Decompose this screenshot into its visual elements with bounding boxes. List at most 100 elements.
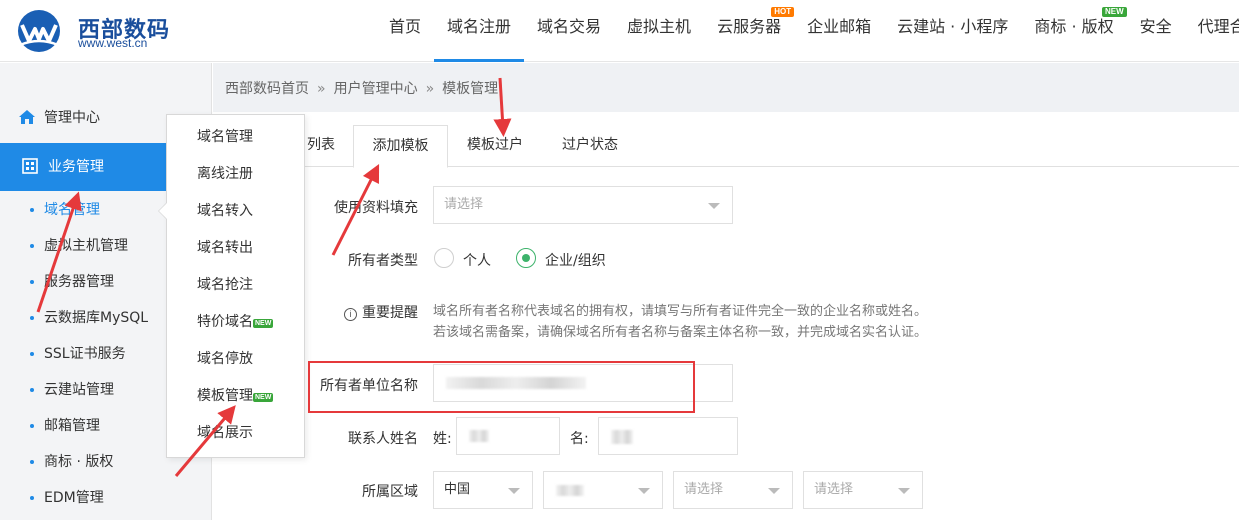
nav-site-builder[interactable]: 云建站 · 小程序 — [884, 0, 1021, 62]
submenu-label: 域名停放 — [197, 351, 253, 367]
region-city-placeholder: 请选择 — [684, 482, 724, 497]
given-name-input[interactable] — [598, 417, 738, 455]
notice-line-2: 若该域名需备案，请确保域名所有者名称与备案主体名称一致，并完成域名实名认证。 — [433, 325, 928, 340]
tab-bar: 列表 添加模板 模板过户 过户状态 — [233, 125, 1239, 168]
submenu-transfer-in[interactable]: 域名转入 — [167, 193, 304, 230]
sidebar-item-label: 云建站管理 — [44, 382, 114, 398]
region-country-select[interactable]: 中国 — [433, 471, 533, 509]
tab-add-template[interactable]: 添加模板 — [353, 125, 448, 168]
breadcrumb-user-center[interactable]: 用户管理中心 — [334, 81, 418, 97]
redacted-value — [611, 430, 633, 444]
submenu-backorder[interactable]: 域名抢注 — [167, 267, 304, 304]
fill-label: 使用资料填充 — [334, 200, 418, 216]
chevron-down-icon — [638, 488, 650, 494]
notice-label: 重要提醒 — [362, 305, 418, 321]
notice-line-1: 域名所有者名称代表域名的拥有权，请填写与所有者证件完全一致的企业名称或姓名。 — [433, 304, 928, 319]
breadcrumb-separator: » — [425, 81, 435, 97]
logo-mark-icon — [18, 10, 60, 52]
home-icon — [19, 110, 35, 124]
site-logo[interactable]: 西部数码 www.west.cn — [14, 8, 174, 54]
nav-label: 安全 — [1139, 17, 1172, 36]
hot-badge: HOT — [771, 7, 795, 17]
redacted-value — [556, 485, 584, 496]
new-badge: NEW — [253, 393, 274, 402]
new-badge: NEW — [1101, 7, 1127, 17]
submenu-domain-showcase[interactable]: 域名展示 — [167, 415, 304, 452]
breadcrumb-current: 模板管理 — [442, 81, 499, 97]
submenu-transfer-out[interactable]: 域名转出 — [167, 230, 304, 267]
submenu-label: 域名转出 — [197, 240, 253, 256]
submenu-label: 特价域名 — [197, 314, 253, 330]
tab-label: 模板过户 — [467, 137, 523, 153]
region-district-select[interactable]: 请选择 — [803, 471, 923, 509]
tab-transfer-status[interactable]: 过户状态 — [545, 125, 635, 167]
info-icon: i — [344, 308, 357, 321]
nav-cloud-server[interactable]: 云服务器 HOT — [704, 0, 795, 62]
flyout-pointer-inner — [159, 203, 167, 219]
sidebar-item-label: 邮箱管理 — [44, 418, 100, 434]
nav-virtual-host[interactable]: 虚拟主机 — [614, 0, 704, 62]
region-province-select[interactable] — [543, 471, 663, 509]
nav-security[interactable]: 安全 — [1127, 0, 1185, 62]
notice-text: 域名所有者名称代表域名的拥有权，请填写与所有者证件完全一致的企业名称或姓名。 若… — [433, 301, 927, 343]
region-country-value: 中国 — [444, 482, 471, 497]
submenu-label: 域名展示 — [197, 425, 253, 441]
nav-trademark[interactable]: 商标 · 版权 NEW — [1021, 0, 1127, 62]
nav-label: 首页 — [389, 17, 422, 36]
submenu-domain-manage[interactable]: 域名管理 — [167, 119, 304, 156]
nav-label: 域名注册 — [447, 17, 512, 36]
bullet-icon — [30, 208, 34, 212]
bullet-icon — [30, 316, 34, 320]
sidebar-item-label: 虚拟主机管理 — [44, 238, 128, 254]
surname-label: 姓: — [433, 431, 452, 447]
submenu-template-manage[interactable]: 模板管理 NEW — [167, 378, 304, 415]
radio-organization-label: 企业/组织 — [545, 253, 606, 269]
submenu-label: 模板管理 — [197, 388, 253, 404]
tab-label: 过户状态 — [562, 137, 618, 153]
fill-placeholder: 请选择 — [444, 197, 484, 212]
breadcrumb-home[interactable]: 西部数码首页 — [225, 81, 309, 97]
nav-agent[interactable]: 代理合 — [1185, 0, 1239, 62]
top-header: 西部数码 www.west.cn 首页 域名注册 域名交易 虚拟主机 云服务器 H… — [0, 0, 1239, 62]
sidebar-item-edm[interactable]: EDM管理 — [0, 480, 212, 516]
sidebar-item-label: SSL证书服务 — [44, 346, 126, 362]
bullet-icon — [30, 496, 34, 500]
nav-domain-register[interactable]: 域名注册 — [434, 0, 525, 62]
submenu-offline-register[interactable]: 离线注册 — [167, 156, 304, 193]
sidebar-item-label: 商标 · 版权 — [44, 454, 114, 470]
bullet-icon — [30, 424, 34, 428]
sidebar-item-label: 域名管理 — [44, 202, 100, 218]
sidebar-section-business[interactable]: 业务管理 — [0, 143, 166, 191]
tab-template-transfer[interactable]: 模板过户 — [451, 125, 539, 167]
nav-home[interactable]: 首页 — [376, 0, 434, 62]
grid-list-icon — [22, 158, 38, 174]
sidebar-home-label: 管理中心 — [44, 110, 100, 126]
fill-select[interactable]: 请选择 — [433, 186, 733, 224]
radio-organization[interactable] — [516, 248, 536, 268]
submenu-special-price[interactable]: 特价域名 NEW — [167, 304, 304, 341]
submenu-parking[interactable]: 域名停放 — [167, 341, 304, 378]
nav-label: 商标 · 版权 — [1034, 17, 1114, 36]
breadcrumb-separator: » — [317, 81, 326, 97]
owner-type-label: 所有者类型 — [348, 253, 418, 269]
submenu-label: 域名管理 — [197, 129, 253, 145]
submenu-label: 域名抢注 — [197, 277, 253, 293]
radio-personal[interactable] — [434, 248, 454, 268]
nav-label: 域名交易 — [537, 17, 602, 36]
new-badge: NEW — [253, 319, 274, 328]
given-name-label: 名: — [570, 431, 589, 447]
region-label: 所属区域 — [362, 484, 418, 500]
nav-label: 代理合 — [1197, 17, 1239, 36]
sidebar-item-label: 服务器管理 — [44, 274, 114, 290]
bullet-icon — [30, 244, 34, 248]
submenu-label: 域名转入 — [197, 203, 253, 219]
notice-label-wrap: i 重要提醒 — [328, 302, 418, 322]
sidebar-item-label: 云数据库MySQL — [44, 310, 149, 326]
region-city-select[interactable]: 请选择 — [673, 471, 793, 509]
main-nav: 首页 域名注册 域名交易 虚拟主机 云服务器 HOT 企业邮箱 云建站 · 小程序… — [376, 0, 1239, 62]
surname-input[interactable] — [456, 417, 560, 455]
tab-label: 添加模板 — [372, 138, 429, 154]
breadcrumb: 西部数码首页 » 用户管理中心 » 模板管理 — [213, 63, 1239, 112]
nav-domain-trade[interactable]: 域名交易 — [524, 0, 614, 62]
nav-enterprise-mail[interactable]: 企业邮箱 — [794, 0, 884, 62]
